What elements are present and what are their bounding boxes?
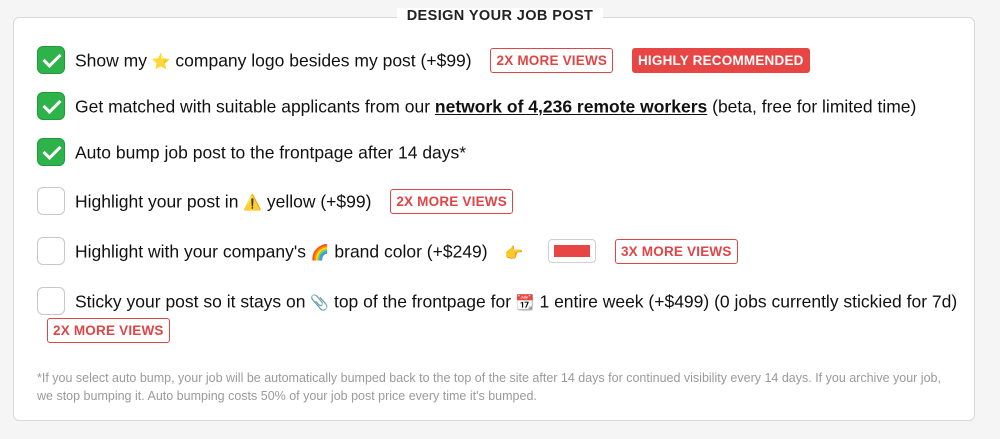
brand-text-before: Highlight with your company's (75, 241, 306, 262)
design-job-post-panel (13, 17, 975, 421)
highly-recommended-badge: HIGHLY RECOMMENDED (631, 47, 810, 73)
logo-text-before: Show my (75, 50, 147, 71)
yellow-text-before: Highlight your post in (75, 191, 239, 212)
sticky-checkbox[interactable] (37, 287, 65, 315)
option-company-logo[interactable]: Show my ⭐ company logo besides my post (… (37, 46, 970, 76)
match-text-after: (beta, free for limited time) (712, 96, 917, 117)
brand-color-picker[interactable] (548, 239, 597, 263)
calendar-icon: 📆 (515, 294, 535, 312)
more-views-badge: 3X MORE VIEWS (614, 238, 738, 264)
sticky-text-before: Sticky your post so it stays on (75, 291, 306, 312)
star-icon: ⭐ (151, 53, 171, 71)
brand-checkbox[interactable] (37, 237, 65, 265)
option-sticky[interactable]: Sticky your post so it stays on 📎 top of… (37, 287, 970, 343)
bump-checkbox[interactable] (37, 138, 65, 166)
warning-icon: ⚠️ (243, 194, 262, 212)
logo-checkbox[interactable] (37, 46, 65, 74)
paperclip-icon: 📎 (310, 294, 330, 312)
yellow-text-after: yellow (+$99) (266, 191, 372, 212)
more-views-badge: 2X MORE VIEWS (390, 188, 513, 214)
logo-text-after: company logo besides my post (+$99) (175, 50, 472, 71)
option-match-applicants[interactable]: Get matched with suitable applicants fro… (37, 92, 970, 122)
auto-bump-footnote: *If you select auto bump, your job will … (37, 371, 941, 403)
network-link[interactable]: network of 4,236 remote workers (435, 97, 707, 117)
pointing-hand-icon: 👉 (504, 244, 524, 262)
sticky-text-after: 1 entire week (+$499) (0 jobs currently … (539, 291, 958, 312)
yellow-checkbox[interactable] (37, 187, 65, 215)
option-highlight-yellow[interactable]: Highlight your post in ⚠️ yellow (+$99) … (37, 187, 970, 217)
brand-text-after: brand color (+$249) (334, 241, 488, 262)
sticky-text-mid: top of the frontpage for (333, 291, 512, 312)
more-views-badge: 2X MORE VIEWS (47, 317, 170, 343)
match-checkbox[interactable] (37, 92, 65, 120)
rainbow-icon: 🌈 (310, 244, 330, 262)
brand-color-swatch (554, 245, 591, 257)
more-views-badge: 2X MORE VIEWS (490, 47, 614, 73)
option-auto-bump[interactable]: Auto bump job post to the frontpage afte… (37, 138, 970, 168)
bump-text: Auto bump job post to the frontpage afte… (75, 142, 467, 163)
match-text-before: Get matched with suitable applicants fro… (75, 96, 431, 117)
section-title: DESIGN YOUR JOB POST (0, 8, 1000, 24)
option-brand-color[interactable]: Highlight with your company's 🌈 brand co… (37, 237, 970, 267)
